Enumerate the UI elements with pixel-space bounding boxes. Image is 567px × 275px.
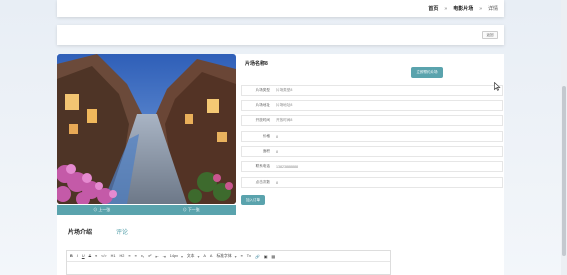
field-value: 开放时间8 [276,118,293,122]
rich-text-editor[interactable]: B I U S ❝ </> H1 H2 ≡ ≡ x₂ x² ⇤ ⇥ 14px ▾ … [66,250,391,275]
strike-icon[interactable]: S [89,254,92,258]
bullet-list-icon[interactable]: ≡ [135,254,137,258]
detail-card: ⊙ 上一张 ⊙ 下一张 片场名称8 片场类型 片场类型8 片场地址 片场地址8 … [57,54,504,275]
mouse-cursor-icon [494,82,501,91]
page-scrollbar[interactable] [561,0,567,275]
gallery-nav: ⊙ 上一张 ⊙ 下一张 [57,205,236,215]
indent-icon[interactable]: ⇥ [163,254,166,259]
field-label: 片场类型 [255,88,270,92]
code-icon[interactable]: </> [101,254,107,258]
align-icon[interactable]: ≡ [241,254,243,258]
field-label: 联系电话 [255,164,270,168]
prev-image-label: 上一张 [98,207,111,212]
action-bar: 返回 [57,25,504,45]
field-address: 片场地址 片场地址8 [241,100,503,111]
breadcrumb-category[interactable]: 电影片场 [453,5,473,12]
next-image-button[interactable]: ⊙ 下一张 [183,207,200,213]
field-open-time: 开放时间 开放时间8 [241,115,503,126]
h2-icon[interactable]: H2 [120,254,125,258]
field-price: 价格 8 [241,131,503,142]
subscript-icon[interactable]: x₂ [141,254,144,258]
add-to-order-button[interactable]: 加入订单 [241,195,265,205]
link-icon[interactable]: 🔗 [255,254,260,259]
field-label: 面积 [262,149,270,153]
field-type: 片场类型 片场类型8 [241,85,503,96]
breadcrumb-home[interactable]: 首页 [428,5,438,12]
bold-icon[interactable]: B [70,254,73,258]
background-color-icon[interactable]: A [210,254,213,258]
size-select[interactable]: 14px ▾ [170,254,183,259]
editor-toolbar: B I U S ❝ </> H1 H2 ≡ ≡ x₂ x² ⇤ ⇥ 14px ▾ … [67,251,390,262]
tab-comment[interactable]: 评论 [116,227,128,236]
font-family-select[interactable]: 标准字体 ▾ [216,254,236,259]
breadcrumb-current: 详情 [487,6,498,12]
field-value: 片场地址8 [276,103,293,107]
field-value: 8 [276,149,278,154]
scrollbar-thumb[interactable] [562,86,566,256]
italic-icon[interactable]: I [77,254,78,258]
field-value: 片场类型8 [276,88,293,92]
superscript-icon[interactable]: x² [148,254,151,258]
tab-intro[interactable]: 片场介绍 [68,227,92,236]
clear-format-icon[interactable]: Tx [247,254,251,258]
breadcrumb-separator: » [444,5,448,12]
field-phone: 联系电话 13823888888 [241,161,503,172]
chevron-down-icon: ▾ [180,254,183,259]
video-icon[interactable]: ▦ [271,254,275,259]
heading-select[interactable]: 文本 ▾ [187,254,200,259]
outdent-icon[interactable]: ⇤ [155,254,158,259]
underline-icon[interactable]: U [82,254,85,258]
chevron-down-icon: ▾ [234,254,237,259]
back-button[interactable]: 返回 [482,31,498,39]
field-label: 片场地址 [255,103,270,107]
font-family-select-value: 标准字体 [216,253,232,258]
font-color-icon[interactable]: A [203,254,206,258]
field-label: 开放时间 [255,118,270,122]
image-icon[interactable]: ▣ [264,254,268,259]
product-title: 片场名称8 [245,61,268,67]
chevron-down-icon: ▾ [197,254,200,259]
product-image [57,54,236,204]
next-image-label: 下一张 [187,207,200,212]
field-clicks: 点击次数 8 [241,177,503,188]
h1-icon[interactable]: H1 [111,254,116,258]
prev-image-button[interactable]: ⊙ 上一张 [93,207,110,213]
ordered-list-icon[interactable]: ≡ [128,254,130,258]
quote-icon[interactable]: ❝ [95,254,97,259]
field-label: 价格 [262,134,270,138]
heading-select-value: 文本 [186,253,195,258]
field-value: 13823888888 [276,164,298,169]
field-value: 8 [276,134,278,139]
field-value: 8 [276,180,278,185]
breadcrumb-separator: » [479,5,482,12]
field-area: 面积 8 [241,146,503,157]
breadcrumb: 首页 » 电影片场 » 详情 [57,0,504,17]
book-now-button[interactable]: 立即预约片场 [411,67,443,78]
field-label: 点击次数 [255,180,270,184]
size-select-value: 14px [169,253,178,258]
